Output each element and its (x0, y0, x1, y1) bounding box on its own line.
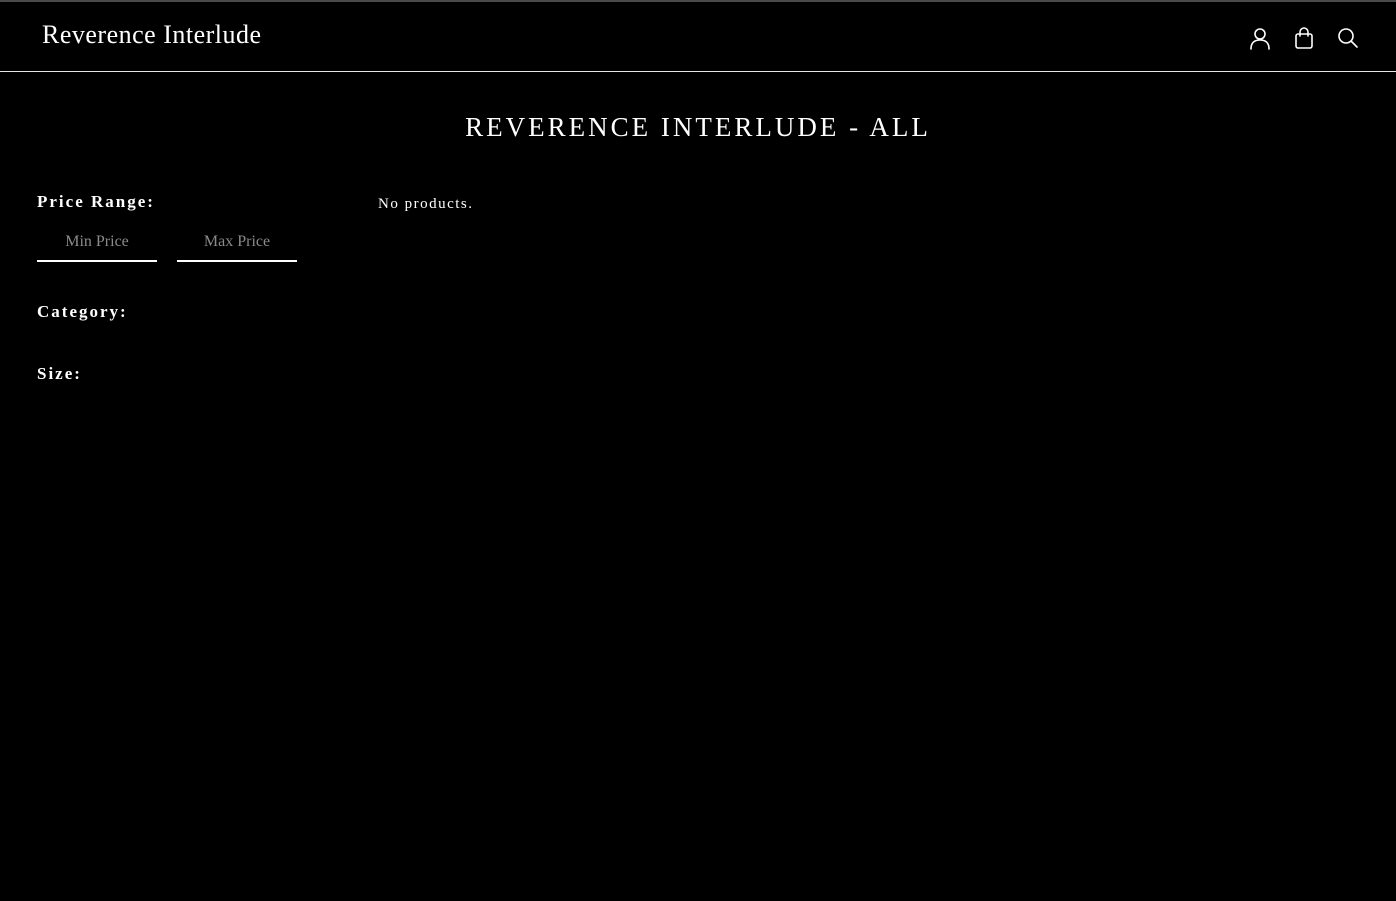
account-icon[interactable] (1248, 26, 1272, 50)
min-price-input[interactable] (37, 230, 157, 262)
cart-icon[interactable] (1292, 26, 1316, 50)
search-icon[interactable] (1336, 26, 1360, 50)
page-title: REVERENCE INTERLUDE - ALL (465, 112, 931, 142)
header-icons (1248, 26, 1360, 50)
filters-sidebar: Price Range: Category: Size: (37, 192, 317, 384)
price-range-label: Price Range: (37, 192, 155, 211)
empty-products-message: No products. (378, 196, 474, 212)
site-header: Reverence Interlude (0, 2, 1396, 72)
size-label: Size: (37, 364, 82, 383)
max-price-input[interactable] (177, 230, 297, 262)
brand-logo-link[interactable]: Reverence Interlude (42, 20, 262, 50)
category-label: Category: (37, 302, 128, 321)
price-range-inputs (37, 230, 317, 262)
